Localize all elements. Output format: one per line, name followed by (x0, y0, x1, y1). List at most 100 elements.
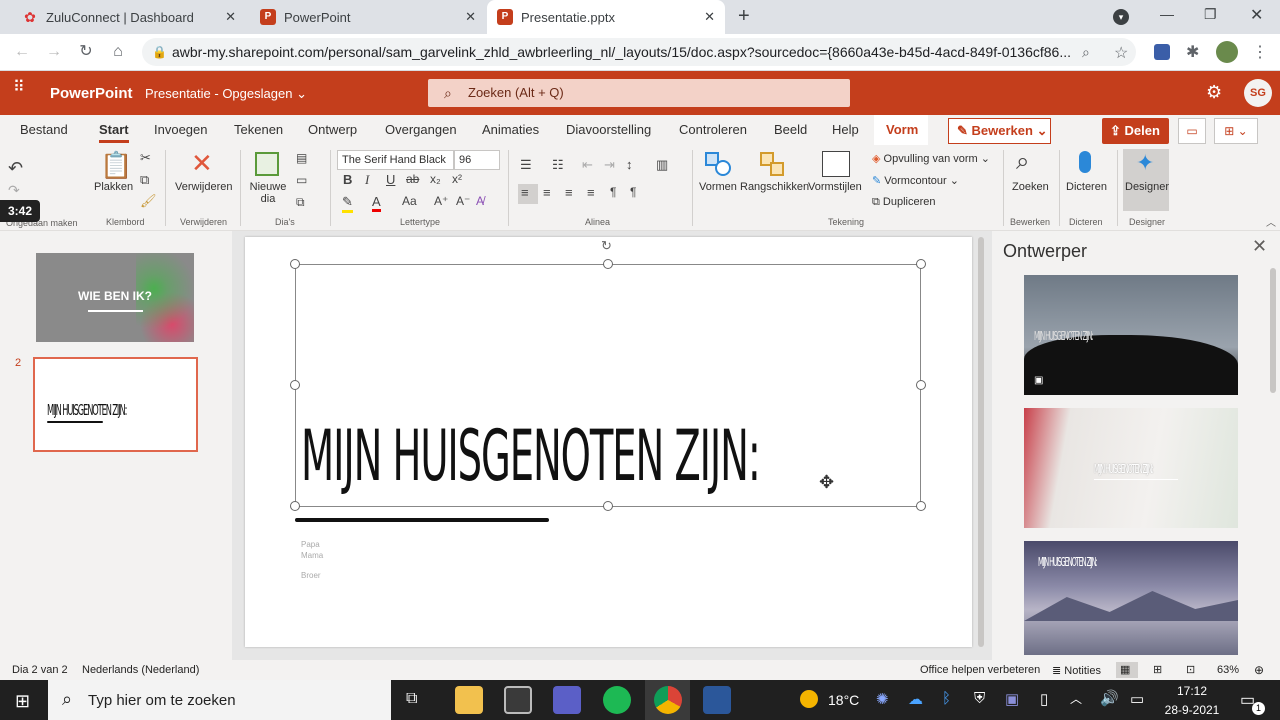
chrome-icon[interactable] (654, 686, 682, 714)
columns-icon[interactable]: ▥ (656, 157, 668, 173)
slide-sorter-icon[interactable]: ⊞ (1153, 663, 1162, 676)
font-name-dropdown[interactable]: The Serif Hand Black (337, 150, 454, 170)
temperature[interactable]: 18°C (828, 692, 859, 708)
extension-icon[interactable] (1154, 44, 1170, 60)
decrease-indent-icon[interactable]: ⇤ (582, 157, 593, 173)
volume-icon[interactable]: 🔊 (1100, 689, 1119, 707)
edit-mode-button[interactable]: ✎ Bewerken ⌄ (948, 118, 1051, 144)
paste-clipboard-icon[interactable]: 📋 (100, 150, 132, 181)
settings-gear-icon[interactable]: ⚙ (1206, 82, 1222, 103)
zoom-icon[interactable]: ⌕ (1082, 44, 1090, 61)
tab-beeld[interactable]: Beeld (774, 122, 807, 137)
file-explorer-icon[interactable] (455, 686, 483, 714)
close-tab-icon[interactable]: ✕ (225, 9, 236, 25)
zoom-level[interactable]: 63% (1217, 664, 1239, 676)
shapes-icon[interactable] (705, 152, 731, 176)
clear-format-icon[interactable]: A̸ (476, 194, 484, 208)
resize-handle[interactable] (603, 259, 613, 269)
bluetooth-icon[interactable]: ᛒ (942, 690, 951, 707)
design-idea-2[interactable]: MIJN HUISGENOTEN ZIJN: (1024, 408, 1238, 528)
designer-label[interactable]: Designer (1125, 181, 1169, 193)
tab-search-icon[interactable]: ▾ (1113, 9, 1129, 25)
canvas-scrollbar[interactable] (978, 237, 984, 647)
shrink-font-icon[interactable]: A⁻ (456, 194, 470, 208)
close-tab-icon[interactable]: ✕ (465, 9, 476, 25)
tab-ontwerp[interactable]: Ontwerp (308, 122, 357, 137)
arrange-label[interactable]: Rangschikken (740, 181, 809, 193)
show-hidden-icons[interactable]: ︿ (1070, 690, 1082, 707)
restore-icon[interactable]: ❐ (1204, 6, 1217, 23)
back-icon[interactable]: ← (10, 40, 34, 64)
bullets-icon[interactable]: ☰ (520, 157, 532, 173)
feedback-link[interactable]: Office helpen verbeteren (920, 664, 1040, 676)
microphone-icon[interactable] (1079, 151, 1091, 173)
onedrive-icon[interactable]: ☁ (908, 690, 923, 708)
paste-label[interactable]: Plakken (94, 181, 133, 193)
shape-fill-button[interactable]: ◈ Opvulling van vorm ⌄ (872, 152, 990, 165)
collapse-ribbon-icon[interactable]: ︿ (1266, 214, 1276, 229)
security-shield-icon[interactable]: ⛨ (974, 690, 985, 707)
shape-styles-label[interactable]: Vormstijlen (808, 181, 862, 193)
arrange-icon[interactable] (760, 152, 786, 178)
slide-bullet-list[interactable]: Papa Mama Broer (301, 539, 323, 581)
resize-handle[interactable] (290, 259, 300, 269)
font-size-dropdown[interactable]: 96 (454, 150, 500, 170)
ltr-icon[interactable]: ¶ (610, 185, 616, 199)
taskbar-search-box[interactable]: ⌕ Typ hier om te zoeken (48, 680, 391, 720)
duplicate-button[interactable]: ⧉ Dupliceren (872, 196, 936, 209)
slide-thumbnail-1[interactable]: WIE BEN IK? (36, 253, 194, 342)
resize-handle[interactable] (916, 259, 926, 269)
tab-help[interactable]: Help (832, 122, 859, 137)
tab-overgangen[interactable]: Overgangen (385, 122, 457, 137)
shapes-label[interactable]: Vormen (699, 181, 737, 193)
find-search-icon[interactable]: ⌕ (1016, 148, 1029, 176)
designer-wand-icon[interactable]: ✦ (1136, 150, 1154, 176)
copy-icon[interactable]: ⧉ (140, 172, 149, 188)
profile-avatar[interactable] (1216, 41, 1238, 63)
clock-time[interactable]: 17:12 (1160, 684, 1224, 698)
fit-to-window-icon[interactable]: ⊕ (1254, 663, 1264, 677)
menu-icon[interactable]: ⋮ (1252, 42, 1268, 62)
tab-invoegen[interactable]: Invoegen (154, 122, 208, 137)
tab-bestand[interactable]: Bestand (20, 122, 68, 137)
teams-icon[interactable] (553, 686, 581, 714)
find-label[interactable]: Zoeken (1012, 181, 1049, 193)
browser-tab-presentatie[interactable]: P Presentatie.pptx ✕ (487, 0, 725, 34)
section-icon[interactable]: ▭ (296, 173, 307, 187)
designer-scrollbar[interactable] (1270, 268, 1276, 393)
reset-icon[interactable]: ⧉ (296, 195, 305, 210)
task-view-icon[interactable]: ⧉ (406, 690, 417, 708)
superscript-icon[interactable]: x² (452, 172, 462, 186)
grow-font-icon[interactable]: A⁺ (434, 194, 448, 208)
resize-handle[interactable] (290, 501, 300, 511)
delete-label[interactable]: Verwijderen (175, 181, 232, 193)
weather-sun-icon[interactable] (800, 690, 818, 708)
word-icon[interactable] (703, 686, 731, 714)
increase-indent-icon[interactable]: ⇥ (604, 157, 615, 173)
usb-icon[interactable]: ▯ (1040, 690, 1048, 708)
resize-handle[interactable] (603, 501, 613, 511)
bookmark-star-icon[interactable]: ☆ (1114, 43, 1128, 63)
document-title[interactable]: Presentatie - Opgeslagen ⌄ (145, 86, 307, 102)
dictate-label[interactable]: Dicteren (1066, 181, 1107, 193)
delete-x-icon[interactable]: ✕ (191, 148, 213, 179)
layout-icon[interactable]: ▤ (296, 151, 307, 165)
design-idea-3[interactable]: MIJN HUISGENOTEN ZIJN: (1024, 541, 1238, 655)
italic-icon[interactable]: I (365, 172, 369, 188)
close-window-icon[interactable]: ✕ (1250, 5, 1263, 25)
notes-button[interactable]: ≣ Notities (1052, 664, 1101, 677)
clock-date[interactable]: 28-9-2021 (1160, 703, 1224, 717)
user-avatar[interactable]: SG (1244, 79, 1272, 107)
tab-animaties[interactable]: Animaties (482, 122, 539, 137)
font-color-icon[interactable]: A (372, 194, 381, 212)
align-center-icon[interactable]: ≡ (543, 185, 551, 200)
share-button[interactable]: ⇪ Delen (1102, 118, 1169, 144)
tray-app-icon[interactable]: ✺ (876, 690, 889, 708)
tab-tekenen[interactable]: Tekenen (234, 122, 283, 137)
slide-thumbnail-2-selected[interactable]: MIJN HUISGENOTEN ZIJN: (33, 357, 198, 452)
redo-icon[interactable]: ↷ (8, 182, 20, 199)
design-idea-1[interactable]: MIJN HUISGENOTEN ZIJN: ▣ (1024, 275, 1238, 395)
format-painter-icon[interactable]: 🖌 (140, 193, 157, 209)
comments-icon[interactable]: ▭ (1178, 118, 1206, 144)
reload-icon[interactable]: ↻ (74, 40, 98, 64)
